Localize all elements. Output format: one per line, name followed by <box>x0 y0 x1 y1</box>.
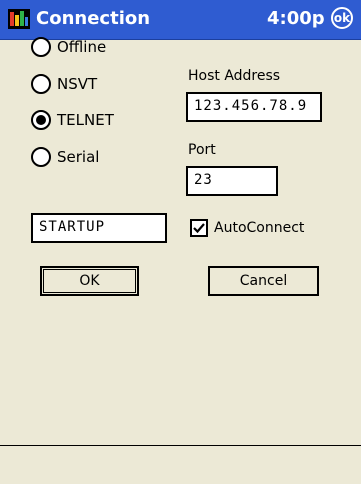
app-icon <box>8 9 30 29</box>
radio-offline[interactable]: Offline <box>31 35 106 59</box>
checkmark-icon <box>193 223 205 234</box>
clock-time: 4:00p <box>267 8 325 29</box>
checkbox-box[interactable] <box>190 219 208 237</box>
port-label: Port <box>188 142 216 158</box>
radio-circle[interactable] <box>31 110 51 130</box>
command-bar <box>0 445 361 484</box>
host-address-input[interactable]: 123.456.78.9 <box>186 92 322 122</box>
radio-label: TELNET <box>57 111 114 129</box>
port-input[interactable]: 23 <box>186 166 278 196</box>
radio-circle[interactable] <box>31 147 51 167</box>
checkbox-label: AutoConnect <box>214 220 305 236</box>
startup-input[interactable]: STARTUP <box>31 213 167 243</box>
radio-serial[interactable]: Serial <box>31 145 99 169</box>
radio-telnet[interactable]: TELNET <box>31 108 114 132</box>
radio-nsvt[interactable]: NSVT <box>31 72 97 96</box>
cancel-button[interactable]: Cancel <box>208 266 319 296</box>
ok-close-button[interactable]: ok <box>331 7 353 29</box>
window-title: Connection <box>36 8 151 29</box>
radio-label: Offline <box>57 38 107 56</box>
radio-label: NSVT <box>57 75 98 93</box>
host-address-label: Host Address <box>188 68 281 84</box>
radio-circle[interactable] <box>31 74 51 94</box>
radio-circle[interactable] <box>31 37 51 57</box>
ok-button[interactable]: OK <box>40 266 139 296</box>
radio-label: Serial <box>57 148 100 166</box>
autoconnect-checkbox[interactable]: AutoConnect <box>190 217 304 239</box>
title-bar: Connection 4:00p ok <box>0 0 361 40</box>
